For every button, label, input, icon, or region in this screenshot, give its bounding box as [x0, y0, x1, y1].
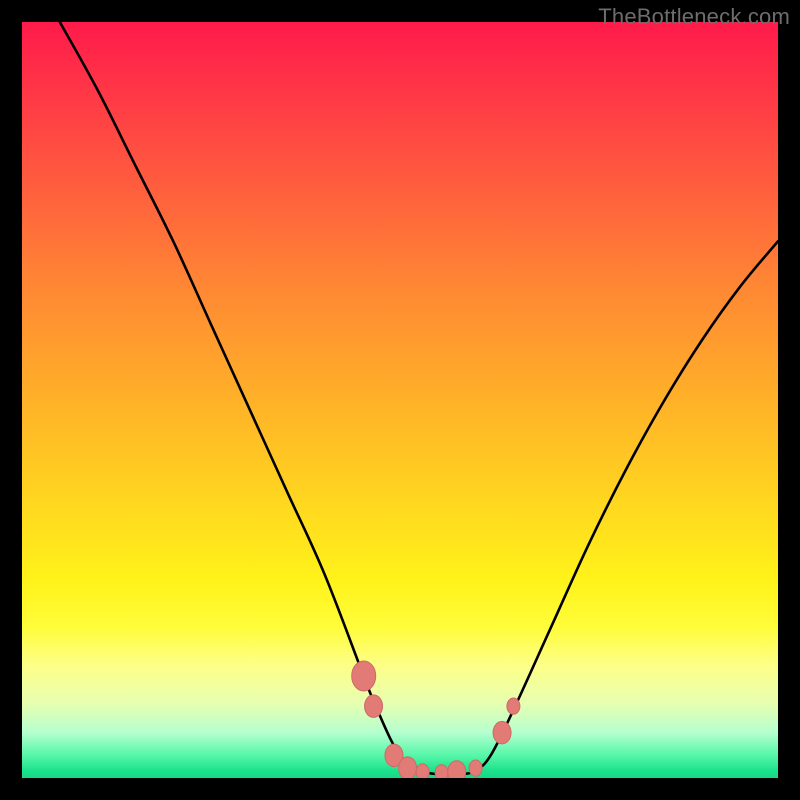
curve-marker	[365, 695, 383, 718]
curve-marker	[435, 765, 448, 778]
plot-area	[22, 22, 778, 778]
curve-marker	[416, 764, 429, 778]
curve-markers	[352, 661, 520, 778]
bottleneck-curve	[60, 22, 778, 775]
curve-marker	[399, 757, 417, 778]
curve-marker	[352, 661, 376, 691]
watermark-text: TheBottleneck.com	[598, 4, 790, 30]
curve-marker	[507, 698, 520, 714]
curve-layer	[22, 22, 778, 778]
chart-frame: TheBottleneck.com	[0, 0, 800, 800]
curve-marker	[448, 761, 466, 778]
curve-marker	[493, 721, 511, 744]
curve-marker	[469, 760, 482, 776]
